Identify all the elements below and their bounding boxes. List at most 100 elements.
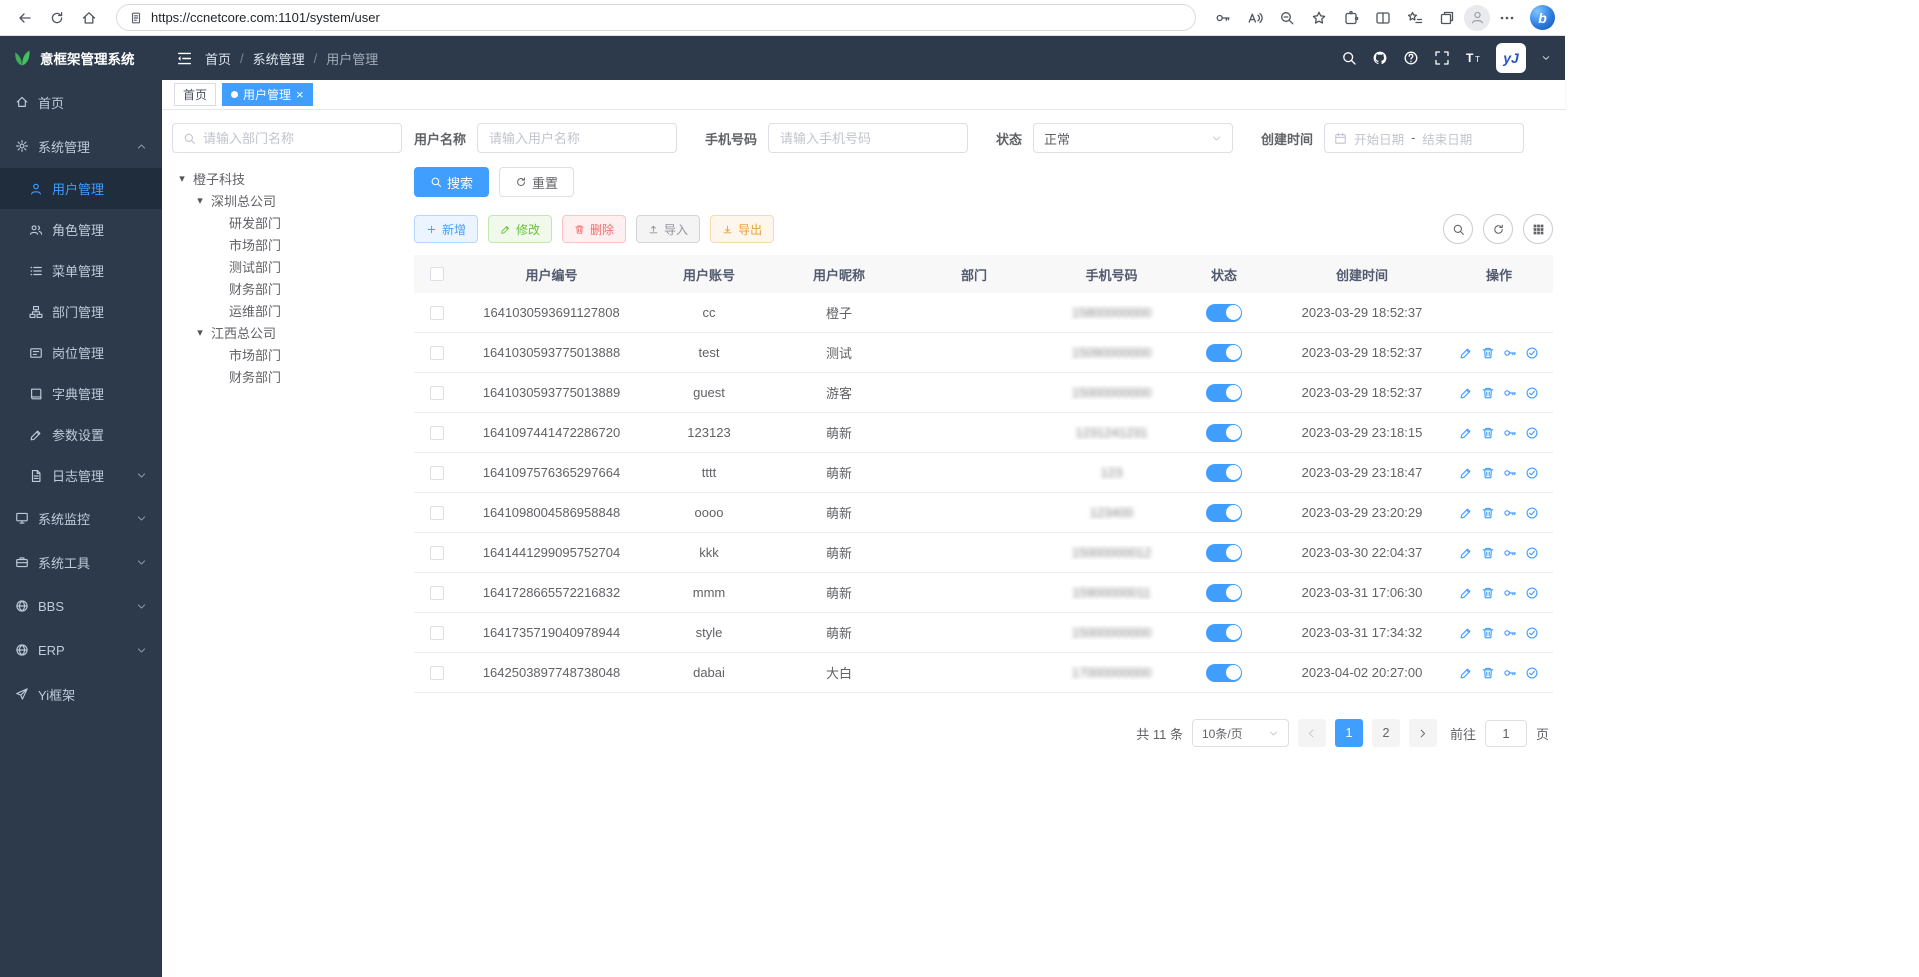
zoom-icon[interactable]: [1272, 4, 1302, 32]
row-assign-role-icon[interactable]: [1525, 466, 1539, 480]
row-delete-icon[interactable]: [1481, 346, 1495, 360]
status-select[interactable]: 正常: [1033, 123, 1233, 153]
tree-node[interactable]: 市场部门: [172, 233, 402, 255]
status-toggle[interactable]: [1206, 624, 1242, 642]
status-toggle[interactable]: [1206, 544, 1242, 562]
reset-button[interactable]: 重置: [499, 167, 574, 197]
header-search-icon[interactable]: [1341, 50, 1357, 66]
page-size-select[interactable]: 10条/页: [1192, 719, 1289, 747]
caret-down-icon[interactable]: ▾: [194, 326, 206, 339]
breadcrumb-item[interactable]: 系统管理: [253, 49, 305, 68]
password-key-icon[interactable]: [1208, 4, 1238, 32]
row-edit-icon[interactable]: [1459, 386, 1473, 400]
tree-node[interactable]: 财务部门: [172, 365, 402, 387]
row-assign-role-icon[interactable]: [1525, 346, 1539, 360]
sidebar-item-tools[interactable]: 系统工具: [0, 540, 162, 584]
avatar-caret-icon[interactable]: [1541, 53, 1551, 63]
row-reset-password-icon[interactable]: [1503, 666, 1517, 680]
sidebar-item-system[interactable]: 系统管理: [0, 124, 162, 168]
row-assign-role-icon[interactable]: [1525, 546, 1539, 560]
row-assign-role-icon[interactable]: [1525, 666, 1539, 680]
row-checkbox[interactable]: [430, 626, 444, 640]
tree-node[interactable]: 研发部门: [172, 211, 402, 233]
sidebar-item-user[interactable]: 用户管理: [0, 168, 162, 209]
row-edit-icon[interactable]: [1459, 546, 1473, 560]
tree-node[interactable]: 市场部门: [172, 343, 402, 365]
sidebar-item-erp[interactable]: ERP: [0, 628, 162, 672]
sidebar-item-param[interactable]: 参数设置: [0, 414, 162, 455]
status-toggle[interactable]: [1206, 424, 1242, 442]
row-checkbox[interactable]: [430, 506, 444, 520]
status-toggle[interactable]: [1206, 344, 1242, 362]
breadcrumb-item[interactable]: 首页: [205, 49, 231, 68]
browser-home-icon[interactable]: [74, 4, 104, 32]
row-assign-role-icon[interactable]: [1525, 426, 1539, 440]
fullscreen-icon[interactable]: [1434, 50, 1450, 66]
row-edit-icon[interactable]: [1459, 346, 1473, 360]
row-delete-icon[interactable]: [1481, 506, 1495, 520]
search-button[interactable]: 搜索: [414, 167, 489, 197]
row-delete-icon[interactable]: [1481, 626, 1495, 640]
row-edit-icon[interactable]: [1459, 426, 1473, 440]
status-toggle[interactable]: [1206, 384, 1242, 402]
username-input[interactable]: [477, 123, 677, 153]
caret-down-icon[interactable]: ▾: [176, 172, 188, 185]
status-toggle[interactable]: [1206, 664, 1242, 682]
row-delete-icon[interactable]: [1481, 466, 1495, 480]
row-reset-password-icon[interactable]: [1503, 546, 1517, 560]
back-icon[interactable]: [10, 4, 40, 32]
row-reset-password-icon[interactable]: [1503, 386, 1517, 400]
more-options-icon[interactable]: [1492, 4, 1522, 32]
status-toggle[interactable]: [1206, 504, 1242, 522]
sidebar-item-yi[interactable]: Yi框架: [0, 672, 162, 716]
row-checkbox[interactable]: [430, 666, 444, 680]
column-settings-icon[interactable]: [1523, 214, 1553, 244]
row-checkbox[interactable]: [430, 426, 444, 440]
status-toggle[interactable]: [1206, 304, 1242, 322]
row-checkbox[interactable]: [430, 546, 444, 560]
row-reset-password-icon[interactable]: [1503, 626, 1517, 640]
tree-node[interactable]: 测试部门: [172, 255, 402, 277]
tree-node[interactable]: 运维部门: [172, 299, 402, 321]
tag-home[interactable]: 首页: [174, 83, 216, 106]
row-reset-password-icon[interactable]: [1503, 466, 1517, 480]
collections-icon[interactable]: [1432, 4, 1462, 32]
row-checkbox[interactable]: [430, 586, 444, 600]
row-delete-icon[interactable]: [1481, 546, 1495, 560]
row-checkbox[interactable]: [430, 346, 444, 360]
sidebar-item-menu[interactable]: 菜单管理: [0, 250, 162, 291]
date-range-picker[interactable]: 开始日期 - 结束日期: [1324, 123, 1524, 153]
row-delete-icon[interactable]: [1481, 426, 1495, 440]
tag-close-icon[interactable]: ×: [296, 88, 304, 101]
delete-button[interactable]: 删除: [562, 215, 626, 243]
extensions-icon[interactable]: [1336, 4, 1366, 32]
add-button[interactable]: 新增: [414, 215, 478, 243]
dept-search-input[interactable]: [203, 131, 391, 146]
refresh-table-icon[interactable]: [1483, 214, 1513, 244]
sidebar-item-role[interactable]: 角色管理: [0, 209, 162, 250]
favorites-icon[interactable]: [1304, 4, 1334, 32]
user-avatar[interactable]: yJ: [1496, 43, 1526, 73]
tree-node[interactable]: 财务部门: [172, 277, 402, 299]
status-toggle[interactable]: [1206, 584, 1242, 602]
sidebar-item-monitor[interactable]: 系统监控: [0, 496, 162, 540]
row-assign-role-icon[interactable]: [1525, 626, 1539, 640]
select-all-checkbox[interactable]: [430, 267, 444, 281]
tree-node[interactable]: ▾橙子科技: [172, 167, 402, 189]
row-delete-icon[interactable]: [1481, 386, 1495, 400]
status-toggle[interactable]: [1206, 464, 1242, 482]
next-page-button[interactable]: [1409, 719, 1437, 747]
tag-user[interactable]: 用户管理×: [222, 83, 313, 106]
row-reset-password-icon[interactable]: [1503, 506, 1517, 520]
phone-input[interactable]: [768, 123, 968, 153]
page-button-2[interactable]: 2: [1372, 719, 1400, 747]
tree-node[interactable]: ▾江西总公司: [172, 321, 402, 343]
row-assign-role-icon[interactable]: [1525, 586, 1539, 600]
row-edit-icon[interactable]: [1459, 466, 1473, 480]
caret-down-icon[interactable]: ▾: [194, 194, 206, 207]
export-button[interactable]: 导出: [710, 215, 774, 243]
github-icon[interactable]: [1372, 50, 1388, 66]
row-checkbox[interactable]: [430, 466, 444, 480]
browser-profile-avatar[interactable]: [1464, 5, 1490, 31]
toggle-search-icon[interactable]: [1443, 214, 1473, 244]
